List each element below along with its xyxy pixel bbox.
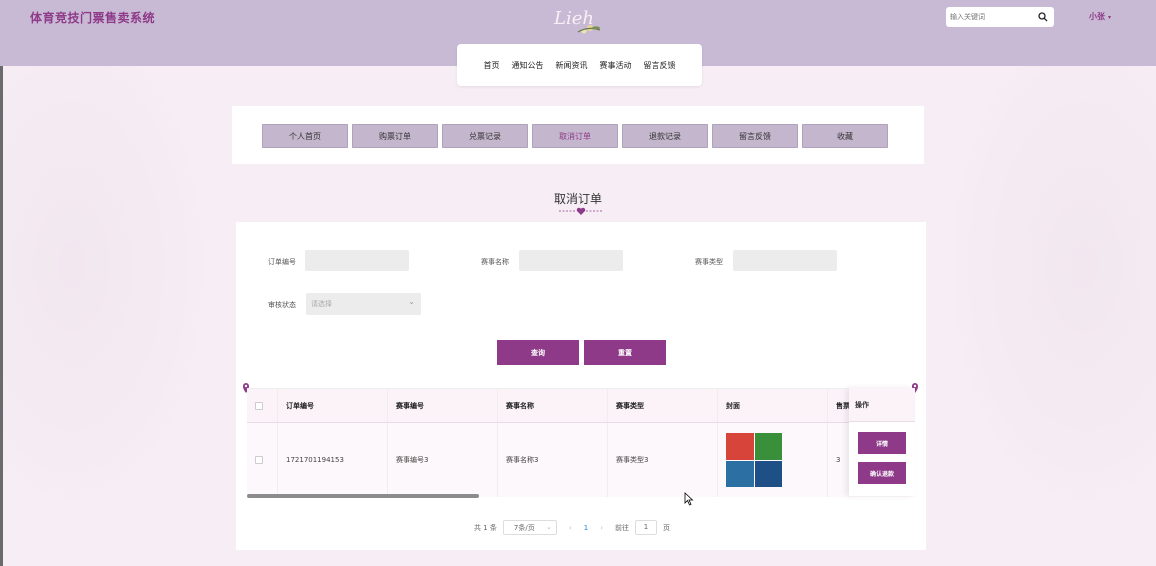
user-center-tabs: 个人首页 购票订单 兑票记录 取消订单 退款记录 留言反馈 收藏 (232, 106, 924, 164)
site-title: 体育竞技门票售卖系统 (30, 11, 156, 25)
next-page-button[interactable]: › (600, 524, 603, 532)
nav-item-events[interactable]: 赛事活动 (600, 60, 632, 71)
main-nav: 首页 通知公告 新闻资讯 赛事活动 留言反馈 (457, 44, 702, 86)
row-checkbox[interactable] (255, 456, 263, 464)
goto-label: 前往 (615, 523, 629, 532)
cancel-orders-panel: 订单编号 赛事名称 赛事类型 审核状态 请选择 ⌄ 查询 重置 订单编号 赛事编… (236, 222, 926, 550)
logo: Lieh (553, 8, 601, 34)
heart-divider-icon (559, 207, 603, 215)
column-header-order-no: 订单编号 (277, 389, 387, 422)
select-all-checkbox[interactable] (255, 401, 263, 410)
orders-table: 订单编号 赛事编号 赛事名称 赛事类型 封面 售票 1721701194153 … (247, 388, 915, 498)
search-box (946, 7, 1054, 27)
event-type-label: 赛事类型 (695, 258, 723, 266)
prev-page-button[interactable]: ‹ (569, 524, 572, 532)
page-title: 取消订单 (553, 192, 602, 206)
pagination-total: 共 1 条 (474, 523, 497, 532)
nav-item-notices[interactable]: 通知公告 (512, 60, 544, 71)
tab-feedback[interactable]: 留言反馈 (712, 124, 798, 148)
header-checkbox-cell (247, 389, 277, 422)
column-header-event-type: 赛事类型 (607, 389, 717, 422)
cell-cover (717, 423, 827, 497)
search-icon[interactable] (1038, 12, 1048, 22)
user-menu[interactable]: 小张 ▾ (1089, 11, 1111, 22)
nav-item-home[interactable]: 首页 (484, 60, 500, 71)
cell-event-no: 赛事编号3 (387, 423, 497, 497)
user-name: 小张 (1089, 12, 1105, 21)
page-unit: 页 (663, 523, 670, 532)
tab-purchase-orders[interactable]: 购票订单 (352, 124, 438, 148)
review-status-placeholder: 请选择 (311, 300, 332, 308)
tab-favorites[interactable]: 收藏 (802, 124, 888, 148)
event-name-input[interactable] (519, 250, 623, 271)
column-header-actions: 操作 (849, 388, 915, 422)
column-header-cover: 封面 (717, 389, 827, 422)
tab-cancel-orders[interactable]: 取消订单 (532, 124, 618, 148)
chevron-down-icon: ▾ (1108, 14, 1112, 21)
cell-order-no: 1721701194153 (277, 423, 387, 497)
tab-refund-records[interactable]: 退款记录 (622, 124, 708, 148)
nav-item-feedback[interactable]: 留言反馈 (644, 60, 676, 71)
page-size-value: 7条/页 (513, 523, 535, 532)
goto-page-input[interactable]: 1 (635, 520, 657, 535)
event-type-input[interactable] (733, 250, 837, 271)
tab-redeem-records[interactable]: 兑票记录 (442, 124, 528, 148)
cell-event-name: 赛事名称3 (497, 423, 607, 497)
svg-text:Lieh: Lieh (553, 8, 594, 29)
review-status-select[interactable]: 请选择 ⌄ (306, 293, 421, 315)
cell-event-type: 赛事类型3 (607, 423, 717, 497)
review-status-label: 审核状态 (268, 301, 296, 309)
row-checkbox-cell (247, 423, 277, 497)
chevron-down-icon: ⌄ (546, 523, 552, 531)
event-name-label: 赛事名称 (481, 258, 509, 266)
page-size-select[interactable]: 7条/页 ⌄ (502, 520, 557, 535)
table-row: 1721701194153 赛事编号3 赛事名称3 赛事类型3 3 (247, 423, 915, 497)
search-input[interactable] (950, 10, 1032, 24)
nav-item-news[interactable]: 新闻资讯 (556, 60, 588, 71)
horizontal-scrollbar[interactable] (247, 494, 479, 498)
mouse-cursor-icon (684, 492, 694, 506)
page-number-current[interactable]: 1 (584, 524, 588, 532)
floral-background-right (916, 66, 1156, 566)
column-header-event-no: 赛事编号 (387, 389, 497, 422)
table-header: 订单编号 赛事编号 赛事名称 赛事类型 封面 售票 (247, 389, 915, 423)
cover-image (726, 433, 782, 487)
actions-column: 操作 详情 确认退款 (849, 388, 915, 496)
reset-button[interactable]: 重置 (584, 340, 666, 365)
order-no-input[interactable] (305, 250, 409, 271)
chevron-down-icon: ⌄ (408, 297, 415, 306)
tab-personal-home[interactable]: 个人首页 (262, 124, 348, 148)
column-header-event-name: 赛事名称 (497, 389, 607, 422)
order-no-label: 订单编号 (268, 258, 296, 266)
floral-background-left (0, 66, 240, 566)
pagination: 共 1 条 7条/页 ⌄ ‹ 1 › 前往 1 页 (474, 520, 670, 535)
window-edge (0, 0, 3, 566)
query-button[interactable]: 查询 (497, 340, 579, 365)
detail-button[interactable]: 详情 (858, 432, 906, 454)
confirm-refund-button[interactable]: 确认退款 (858, 462, 906, 484)
